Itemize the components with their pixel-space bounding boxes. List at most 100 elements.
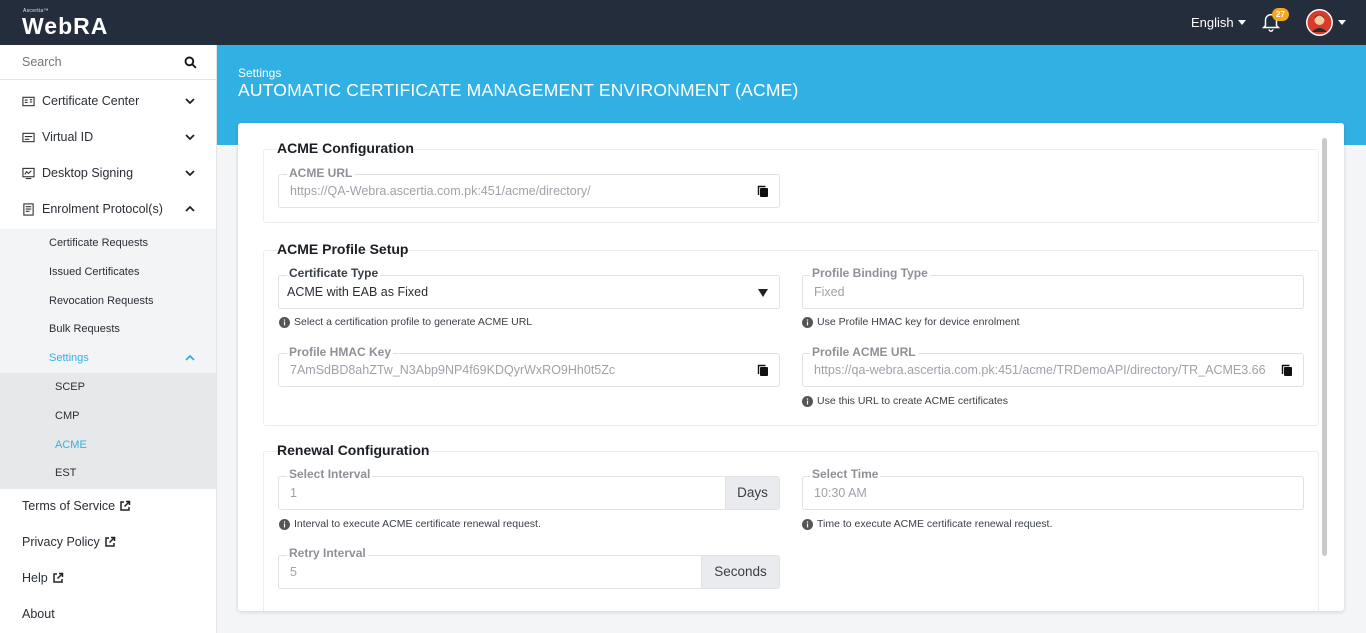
select-time-hint: Time to execute ACME certificate renewal… bbox=[802, 518, 1052, 530]
caret-down-icon bbox=[1237, 20, 1246, 25]
breadcrumb[interactable]: Settings bbox=[238, 66, 281, 80]
retry-interval-value: 5 bbox=[290, 565, 297, 579]
link-label: Privacy Policy bbox=[22, 535, 100, 549]
hint-text: Time to execute ACME certificate renewal… bbox=[817, 518, 1053, 530]
profile-acme-url-hint: Use this URL to create ACME certificates bbox=[802, 395, 1008, 407]
dropdown-caret-icon bbox=[758, 289, 768, 297]
profile-hmac-key-value: 7AmSdBD8ahZTw_N3Abp9NP4f69KDQyrWxRO9Hh0t… bbox=[290, 363, 616, 377]
certificate-type-label: Certificate Type bbox=[287, 266, 381, 280]
sidebar-item-label: Desktop Signing bbox=[42, 166, 134, 180]
avatar-image bbox=[1307, 10, 1332, 35]
select-time-value: 10:30 AM bbox=[814, 486, 867, 500]
copy-icon[interactable] bbox=[757, 185, 769, 198]
account-caret-icon[interactable] bbox=[1338, 20, 1346, 25]
hint-text: Use Profile HMAC key for device enrolmen… bbox=[817, 316, 1020, 328]
profile-hmac-key-label: Profile HMAC Key bbox=[287, 345, 394, 359]
search-input[interactable] bbox=[22, 55, 172, 69]
profile-binding-type-value: Fixed bbox=[814, 285, 845, 299]
profile-acme-url-value: https://qa-webra.ascertia.com.pk:451/acm… bbox=[814, 363, 1266, 377]
language-label: English bbox=[1191, 15, 1234, 30]
settings-item-acme[interactable]: ACME bbox=[55, 439, 87, 451]
retry-unit-addon: Seconds bbox=[701, 556, 779, 588]
sidebar-item-desktop-signing[interactable]: Desktop Signing bbox=[0, 155, 216, 191]
settings-submenu: SCEP CMP ACME EST bbox=[0, 373, 216, 489]
sidebar-item-label: Virtual ID bbox=[42, 130, 94, 144]
interval-unit-addon: Days bbox=[725, 477, 779, 509]
certificate-icon bbox=[22, 96, 35, 106]
logo-product-text: WebRA bbox=[22, 13, 109, 39]
select-time-field[interactable]: 10:30 AM bbox=[802, 476, 1304, 510]
retry-interval-label: Retry Interval bbox=[287, 546, 368, 560]
chevron-up-icon bbox=[185, 354, 195, 361]
section-title-acme-profile-setup: ACME Profile Setup bbox=[277, 241, 409, 257]
notification-count-badge: 27 bbox=[1272, 8, 1289, 21]
select-interval-hint: Interval to execute ACME certificate ren… bbox=[279, 518, 541, 530]
hint-text: Use this URL to create ACME certificates bbox=[817, 395, 1009, 407]
acme-url-value: https://QA-Webra.ascertia.com.pk:451/acm… bbox=[290, 184, 591, 198]
sidebar-item-certificate-center[interactable]: Certificate Center bbox=[0, 83, 216, 119]
select-interval-label: Select Interval bbox=[287, 467, 373, 481]
settings-item-cmp[interactable]: CMP bbox=[55, 410, 79, 422]
submenu-item-settings[interactable]: Settings bbox=[49, 352, 89, 364]
submenu-item-certificate-requests[interactable]: Certificate Requests bbox=[49, 237, 148, 249]
hint-text: Interval to execute ACME certificate ren… bbox=[294, 518, 541, 530]
settings-item-est[interactable]: EST bbox=[55, 467, 76, 479]
select-interval-value: 1 bbox=[290, 486, 297, 500]
external-link-icon bbox=[105, 536, 116, 547]
terms-of-service-link[interactable]: Terms of Service bbox=[22, 499, 131, 513]
external-link-icon bbox=[52, 572, 63, 583]
section-title-acme-configuration: ACME Configuration bbox=[277, 140, 414, 156]
acme-url-label: ACME URL bbox=[287, 166, 355, 180]
info-icon bbox=[279, 518, 290, 530]
language-selector[interactable]: English bbox=[1191, 15, 1246, 30]
sidebar: Certificate Center Virtual ID Desktop Si… bbox=[0, 45, 217, 633]
info-icon bbox=[802, 316, 813, 328]
chevron-down-icon bbox=[185, 134, 195, 141]
sidebar-search bbox=[0, 45, 216, 80]
select-time-label: Select Time bbox=[810, 467, 881, 481]
retry-interval-field[interactable]: 5 Seconds bbox=[278, 555, 780, 589]
submenu-item-issued-certificates[interactable]: Issued Certificates bbox=[49, 266, 139, 278]
settings-card: ACME Configuration https://QA-Webra.asce… bbox=[238, 123, 1344, 611]
chevron-down-icon bbox=[185, 170, 195, 177]
link-label: About bbox=[22, 607, 55, 621]
link-label: Help bbox=[22, 571, 48, 585]
section-title-renewal-configuration: Renewal Configuration bbox=[277, 442, 430, 458]
submenu-item-revocation-requests[interactable]: Revocation Requests bbox=[49, 295, 154, 307]
info-icon bbox=[802, 395, 813, 407]
chevron-up-icon bbox=[185, 205, 195, 212]
profile-binding-type-field: Fixed bbox=[802, 275, 1304, 309]
id-card-icon bbox=[22, 132, 35, 142]
link-label: Terms of Service bbox=[22, 499, 116, 513]
certificate-type-value: ACME with EAB as Fixed bbox=[287, 285, 429, 299]
profile-binding-type-hint: Use Profile HMAC key for device enrolmen… bbox=[802, 316, 1020, 328]
page-title: AUTOMATIC CERTIFICATE MANAGEMENT ENVIRON… bbox=[238, 80, 799, 100]
certificate-type-select[interactable]: ACME with EAB as Fixed bbox=[278, 275, 780, 309]
top-bar: Ascertia™ WebRA English 27 bbox=[0, 0, 1366, 45]
search-icon[interactable] bbox=[184, 56, 197, 69]
profile-acme-url-label: Profile ACME URL bbox=[810, 345, 918, 359]
submenu-item-bulk-requests[interactable]: Bulk Requests bbox=[49, 323, 120, 335]
avatar[interactable] bbox=[1306, 9, 1333, 36]
hint-text: Select a certification profile to genera… bbox=[294, 316, 533, 328]
copy-icon[interactable] bbox=[757, 364, 769, 377]
privacy-policy-link[interactable]: Privacy Policy bbox=[22, 535, 116, 549]
sidebar-item-virtual-id[interactable]: Virtual ID bbox=[0, 119, 216, 155]
document-icon bbox=[23, 202, 34, 216]
card-scrollbar[interactable] bbox=[1322, 138, 1327, 556]
sidebar-item-label: Enrolment Protocol(s) bbox=[42, 202, 163, 216]
external-link-icon bbox=[120, 500, 131, 511]
sidebar-item-label: Certificate Center bbox=[42, 94, 140, 108]
chevron-down-icon bbox=[185, 98, 195, 105]
about-link[interactable]: About bbox=[22, 607, 55, 621]
help-link[interactable]: Help bbox=[22, 571, 64, 585]
desktop-signing-icon bbox=[22, 167, 35, 179]
info-icon bbox=[802, 518, 813, 530]
copy-icon[interactable] bbox=[1281, 364, 1293, 377]
profile-binding-type-label: Profile Binding Type bbox=[810, 266, 930, 280]
info-icon bbox=[279, 316, 290, 328]
settings-item-scep[interactable]: SCEP bbox=[55, 381, 85, 393]
select-interval-field[interactable]: 1 Days bbox=[278, 476, 780, 510]
sidebar-item-enrolment-protocols[interactable]: Enrolment Protocol(s) bbox=[0, 191, 216, 227]
certificate-type-hint: Select a certification profile to genera… bbox=[279, 316, 532, 328]
